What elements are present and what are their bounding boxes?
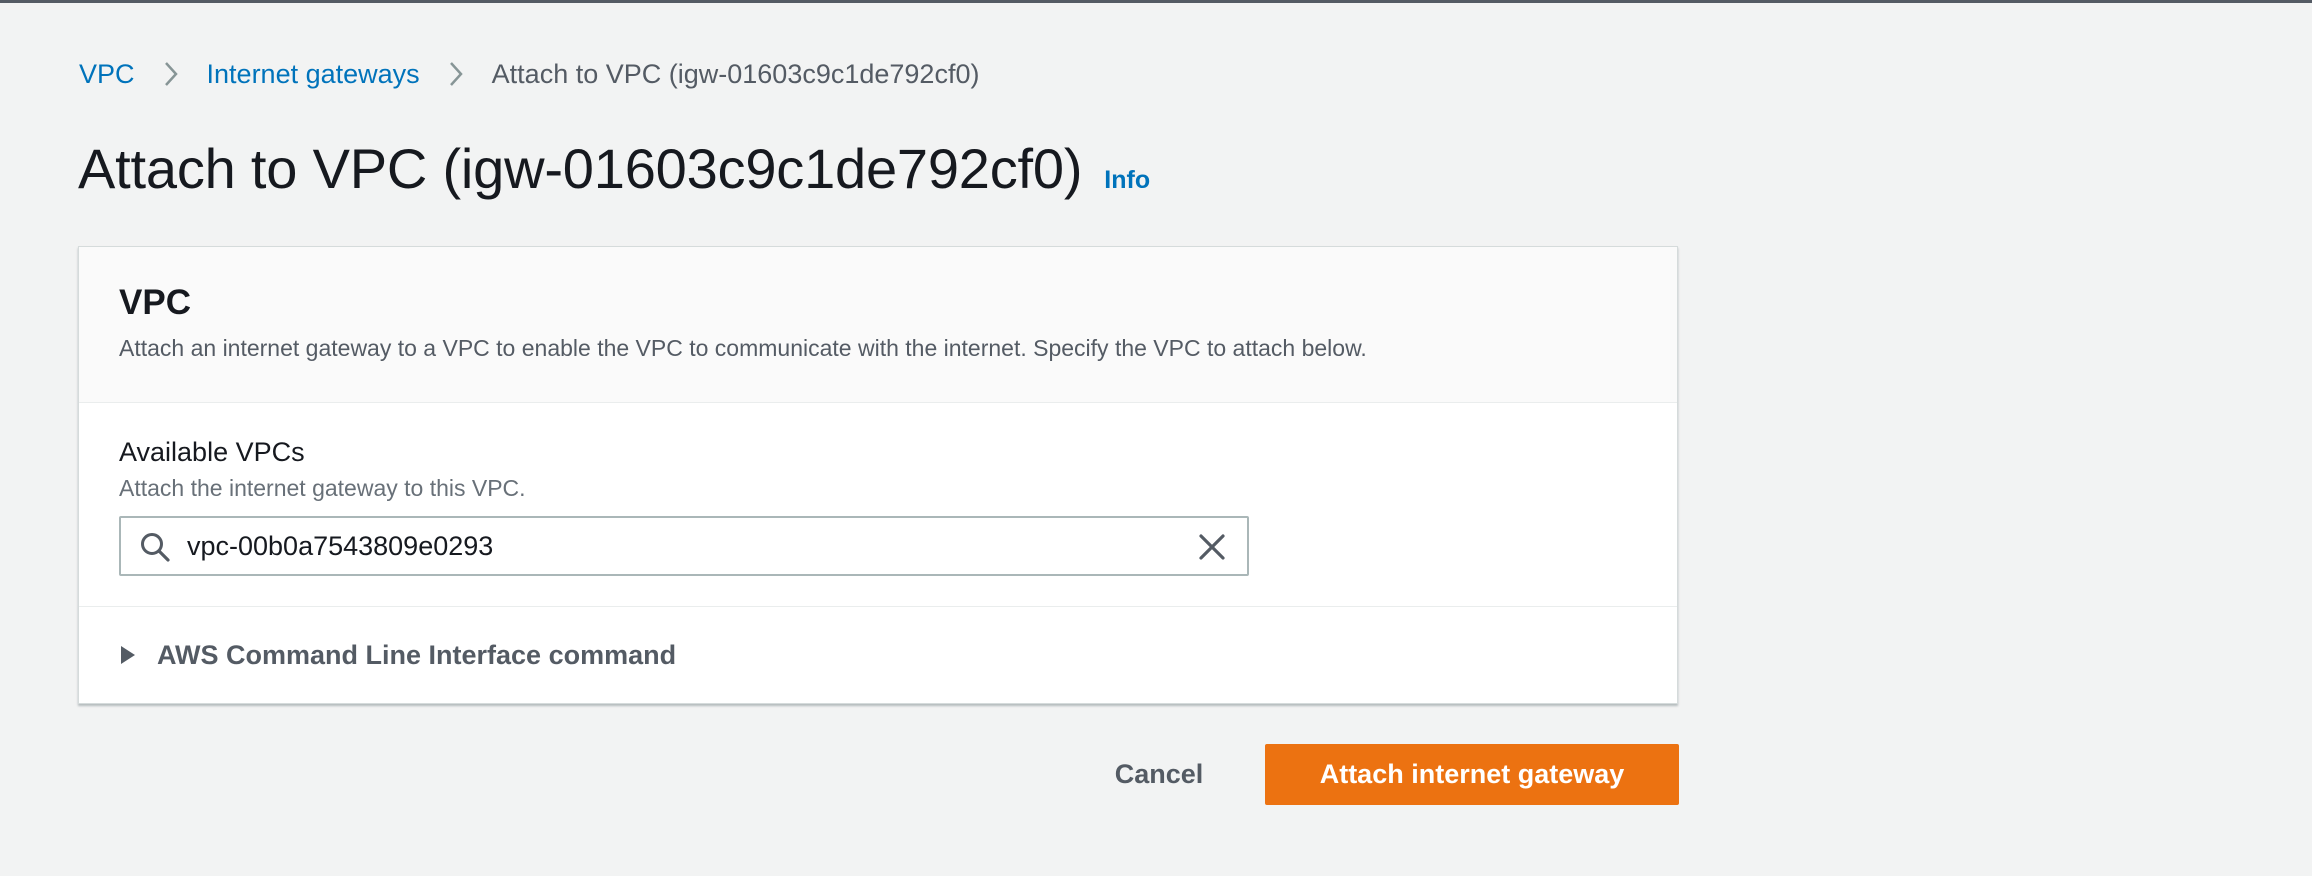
top-border — [0, 0, 2312, 3]
panel-description: Attach an internet gateway to a VPC to e… — [119, 335, 1367, 361]
vpc-search-input[interactable] — [187, 524, 1167, 568]
attach-internet-gateway-button[interactable]: Attach internet gateway — [1265, 744, 1679, 805]
vpc-panel: VPC Attach an internet gateway to a VPC … — [78, 246, 1678, 704]
chevron-right-icon — [420, 54, 492, 94]
available-vpcs-label: Available VPCs — [119, 437, 305, 467]
search-icon — [139, 531, 171, 563]
breadcrumb-current: Attach to VPC (igw-01603c9c1de792cf0) — [491, 58, 980, 89]
aws-cli-command-expander[interactable]: AWS Command Line Interface command — [119, 635, 676, 675]
panel-title: VPC — [119, 283, 191, 322]
panel-header: VPC Attach an internet gateway to a VPC … — [79, 247, 1677, 403]
vpc-search-field[interactable] — [119, 516, 1249, 576]
breadcrumb-link-vpc[interactable]: VPC — [79, 59, 135, 90]
chevron-right-icon — [135, 54, 207, 94]
breadcrumb-link-internet-gateways[interactable]: Internet gateways — [207, 59, 420, 90]
breadcrumb: VPC Internet gateways Attach to VPC (igw… — [79, 54, 979, 94]
panel-divider — [79, 606, 1677, 607]
expander-label: AWS Command Line Interface command — [157, 639, 677, 670]
info-link[interactable]: Info — [1104, 166, 1150, 195]
clear-icon[interactable] — [1195, 530, 1229, 564]
page-title: Attach to VPC (igw-01603c9c1de792cf0) — [78, 137, 1083, 200]
cancel-button[interactable]: Cancel — [1080, 744, 1238, 804]
caret-right-icon — [119, 645, 137, 665]
page-header: Attach to VPC (igw-01603c9c1de792cf0) In… — [78, 136, 1150, 201]
available-vpcs-description: Attach the internet gateway to this VPC. — [119, 475, 526, 501]
